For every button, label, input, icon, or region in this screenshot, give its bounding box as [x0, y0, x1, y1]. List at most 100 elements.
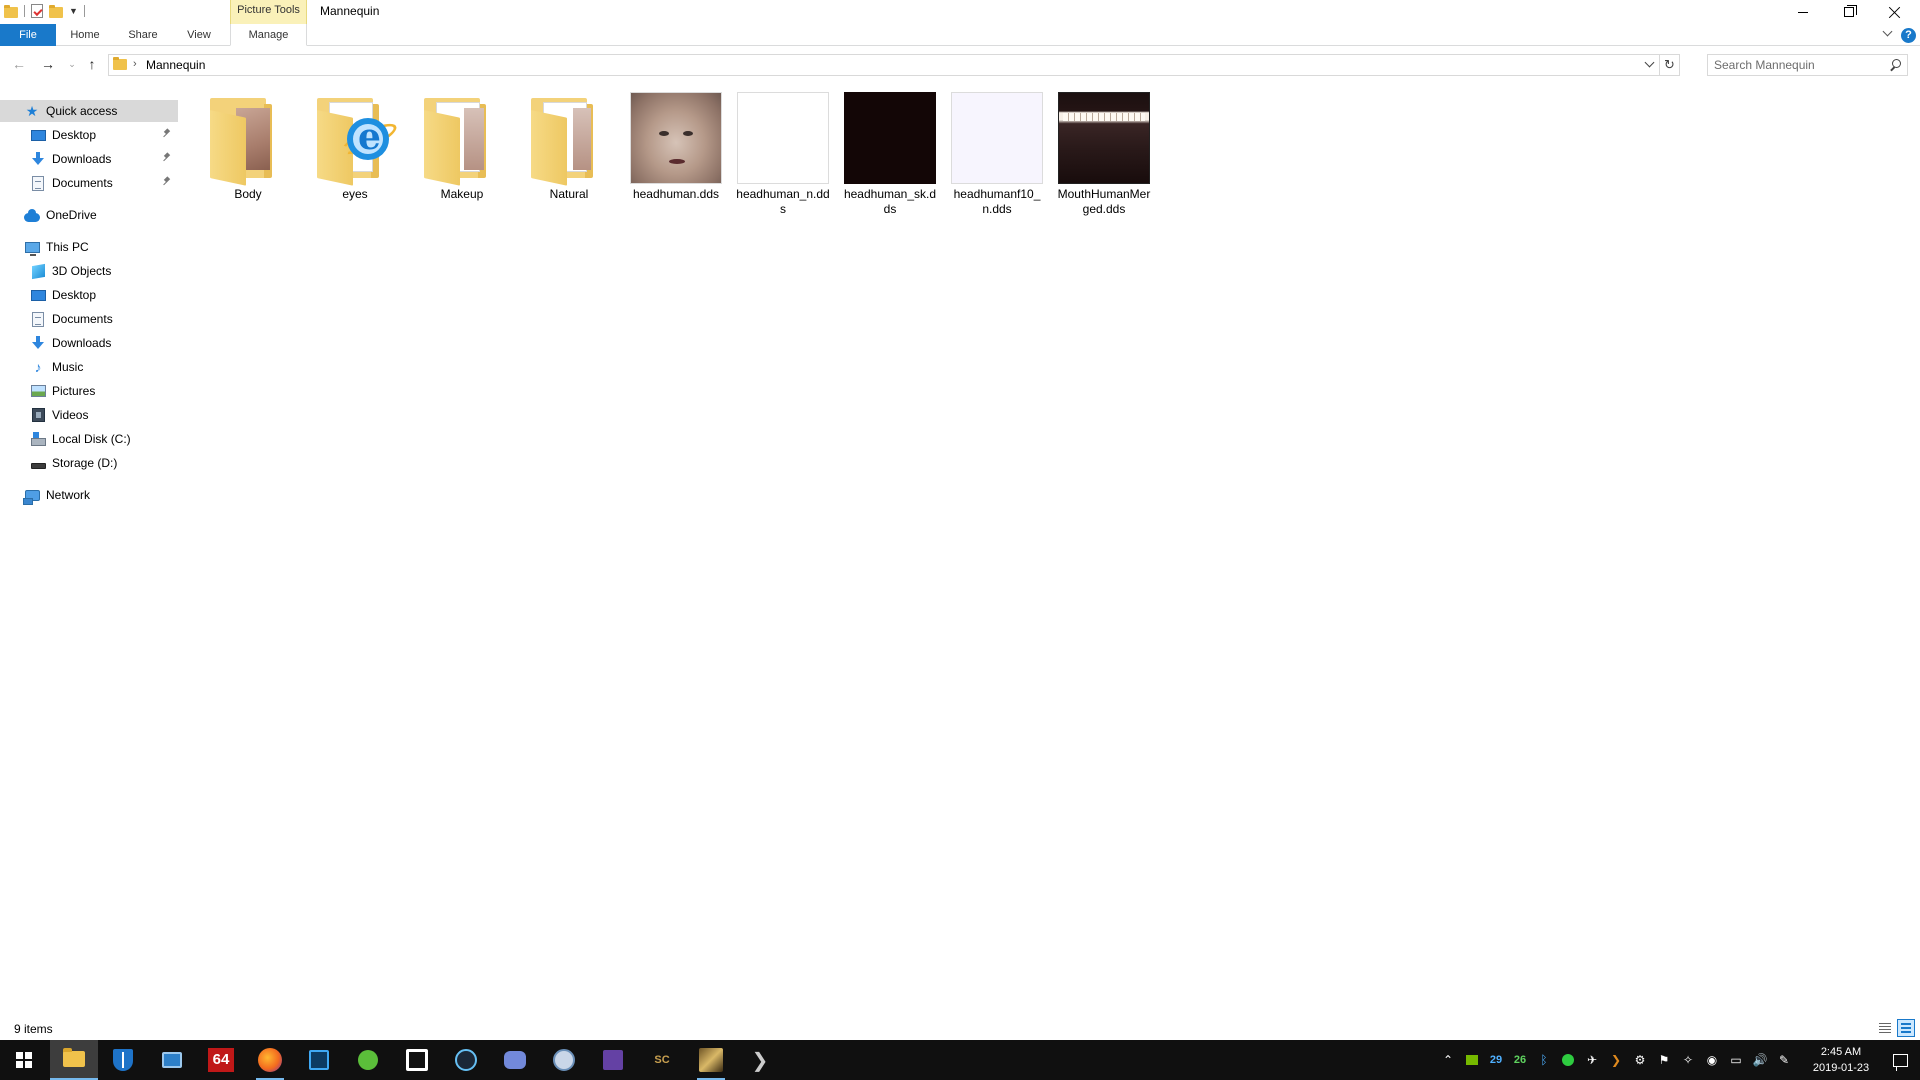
- nav-pictures[interactable]: Pictures: [0, 380, 178, 402]
- nav-local-disk-c[interactable]: Local Disk (C:): [0, 428, 178, 450]
- chevron-down-icon: ⌄: [68, 58, 76, 69]
- file-item-natural[interactable]: Natural: [517, 90, 621, 220]
- new-folder-icon[interactable]: [49, 4, 63, 18]
- taskbar-sims[interactable]: [344, 1040, 392, 1080]
- tray-pen-icon[interactable]: ✎: [1772, 1040, 1796, 1080]
- nav-quick-desktop[interactable]: Desktop: [0, 124, 178, 146]
- tray-steam-icon[interactable]: ◉: [1700, 1040, 1724, 1080]
- tray-app-icon-2[interactable]: ⚑: [1652, 1040, 1676, 1080]
- search-box[interactable]: [1707, 54, 1908, 76]
- help-icon[interactable]: ?: [1901, 28, 1916, 43]
- tray-gpu-icon[interactable]: [1460, 1040, 1484, 1080]
- large-icons-view-button[interactable]: [1897, 1019, 1915, 1037]
- taskbar-app-globe[interactable]: [540, 1040, 588, 1080]
- file-item-eyes[interactable]: eyes: [303, 90, 407, 220]
- tab-share[interactable]: Share: [120, 24, 166, 46]
- details-view-button[interactable]: [1876, 1019, 1894, 1037]
- network-icon: ▭: [1730, 1053, 1742, 1067]
- tab-home[interactable]: Home: [63, 24, 107, 46]
- taskbar-steam[interactable]: [442, 1040, 490, 1080]
- taskbar-app-blue[interactable]: [295, 1040, 343, 1080]
- nav-documents[interactable]: Documents: [0, 308, 178, 330]
- discord-icon: [504, 1051, 526, 1069]
- file-item-headhumanf10-n[interactable]: headhumanf10_n.dds: [945, 90, 1049, 220]
- nav-storage-d[interactable]: Storage (D:): [0, 452, 178, 474]
- folder-icon: [424, 98, 486, 186]
- search-icon[interactable]: [1890, 59, 1901, 70]
- nav-downloads[interactable]: Downloads: [0, 332, 178, 354]
- minimize-button[interactable]: [1780, 0, 1826, 24]
- tab-view[interactable]: View: [178, 24, 220, 46]
- taskbar-app-square[interactable]: [393, 1040, 441, 1080]
- music-icon: ♪: [34, 359, 42, 375]
- pin-icon: [162, 153, 172, 163]
- steam-icon: [455, 1049, 477, 1071]
- tray-network-icon[interactable]: ▭: [1724, 1040, 1748, 1080]
- tray-app-icon-1[interactable]: ⚙: [1628, 1040, 1652, 1080]
- start-button[interactable]: [0, 1040, 48, 1080]
- tray-volume-icon[interactable]: 🔊: [1748, 1040, 1772, 1080]
- nav-desktop[interactable]: Desktop: [0, 284, 178, 306]
- tray-green-icon[interactable]: [1556, 1040, 1580, 1080]
- breadcrumb-chevron-icon[interactable]: ›: [133, 58, 137, 70]
- network-icon: [22, 489, 40, 505]
- tab-manage[interactable]: Manage: [230, 24, 307, 46]
- nav-videos[interactable]: Videos: [0, 404, 178, 426]
- tray-temp-1[interactable]: 29: [1484, 1040, 1508, 1080]
- taskbar-file-explorer[interactable]: [50, 1040, 98, 1080]
- file-item-mouthhumanmerged[interactable]: MouthHumanMerged.dds: [1052, 90, 1156, 220]
- nav-network[interactable]: Network: [0, 484, 178, 506]
- clock[interactable]: 2:45 AM 2019-01-23: [1802, 1044, 1880, 1076]
- taskbar-twitch[interactable]: [589, 1040, 637, 1080]
- tray-plane-icon[interactable]: ✈: [1580, 1040, 1604, 1080]
- tray-bluetooth-icon[interactable]: ᛒ: [1532, 1040, 1556, 1080]
- file-item-headhuman-n[interactable]: headhuman_n.dds: [731, 90, 835, 220]
- taskbar-aida64[interactable]: 64: [197, 1040, 245, 1080]
- nav-3d-objects[interactable]: 3D Objects: [0, 260, 178, 282]
- taskbar-game[interactable]: [687, 1040, 735, 1080]
- tab-file[interactable]: File: [0, 24, 56, 46]
- taskbar-discord[interactable]: [491, 1040, 539, 1080]
- close-button[interactable]: [1872, 0, 1918, 24]
- address-bar[interactable]: › Mannequin ↻: [108, 54, 1680, 76]
- search-input[interactable]: [1714, 57, 1884, 73]
- file-item-headhuman[interactable]: headhuman.dds: [624, 90, 728, 220]
- refresh-icon[interactable]: ↻: [1659, 55, 1679, 75]
- minimize-icon: [1798, 11, 1808, 13]
- tray-temp-2[interactable]: 26: [1508, 1040, 1532, 1080]
- nav-quick-documents[interactable]: Documents: [0, 172, 178, 194]
- address-dropdown-icon[interactable]: [1643, 58, 1655, 70]
- taskbar-app-sc[interactable]: SC: [638, 1040, 686, 1080]
- tray-app-icon-3[interactable]: ✧: [1676, 1040, 1700, 1080]
- nav-quick-downloads[interactable]: Downloads: [0, 148, 178, 170]
- nav-onedrive[interactable]: OneDrive: [0, 204, 178, 226]
- recent-locations-button[interactable]: ⌄: [62, 54, 82, 74]
- folder-icon: [210, 98, 272, 186]
- taskbar-firefox[interactable]: [246, 1040, 294, 1080]
- nav-this-pc[interactable]: This PC: [0, 236, 178, 258]
- file-item-makeup[interactable]: Makeup: [410, 90, 514, 220]
- downloads-icon: [31, 152, 45, 166]
- breadcrumb-mannequin[interactable]: Mannequin: [146, 58, 205, 72]
- taskbar-app-window[interactable]: [148, 1040, 196, 1080]
- properties-icon[interactable]: [31, 4, 43, 18]
- action-center-button[interactable]: [1880, 1040, 1920, 1080]
- up-button[interactable]: ↑: [82, 54, 102, 74]
- taskbar-app-arrow[interactable]: ❯: [736, 1040, 784, 1080]
- status-icon: [1562, 1054, 1574, 1066]
- taskbar: 64 SC ❯ ⌃ 29 26 ᛒ ✈ ❯ ⚙ ⚑ ✧ ◉ ▭ 🔊 ✎ 2:45…: [0, 1040, 1920, 1080]
- restore-button[interactable]: [1826, 0, 1872, 24]
- show-hidden-icons-button[interactable]: ⌃: [1436, 1040, 1460, 1080]
- nav-music[interactable]: ♪ Music: [0, 356, 178, 378]
- file-item-body[interactable]: Body: [196, 90, 300, 220]
- forward-button[interactable]: →: [38, 54, 58, 74]
- qat-dropdown-icon[interactable]: ▼: [69, 6, 78, 16]
- back-button[interactable]: ←: [9, 54, 29, 74]
- sc-app-icon: SC: [654, 1054, 670, 1066]
- file-item-headhuman-sk[interactable]: headhuman_sk.dds: [838, 90, 942, 220]
- tray-arrow-icon[interactable]: ❯: [1604, 1040, 1628, 1080]
- expand-ribbon-icon[interactable]: [1882, 28, 1892, 38]
- taskbar-defender[interactable]: [99, 1040, 147, 1080]
- pictures-icon: [30, 385, 46, 397]
- nav-quick-access[interactable]: ★ Quick access: [0, 100, 178, 122]
